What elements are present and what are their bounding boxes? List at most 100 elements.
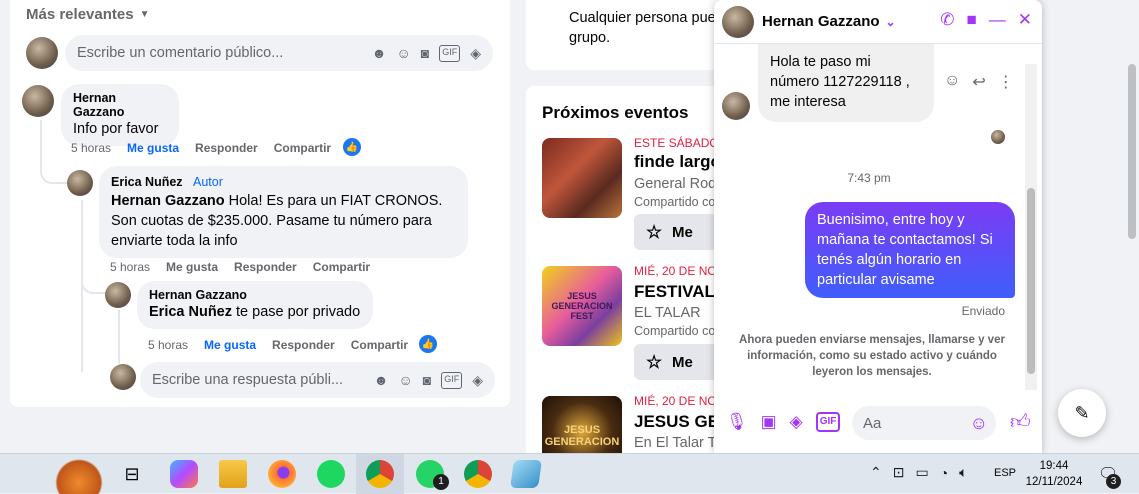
chrome-profile-icon[interactable] [464, 460, 492, 488]
privacy-notice: Ahora pueden enviarse mensajes, llamarse… [739, 334, 1005, 378]
avatar [105, 282, 131, 308]
like-reaction-icon[interactable]: 👍 [419, 335, 437, 353]
close-icon[interactable]: ✕ [1018, 10, 1032, 30]
event-title[interactable]: FESTIVAL D [634, 282, 726, 302]
contact-avatar[interactable] [722, 6, 754, 38]
emoji-icon[interactable]: ☺ [398, 372, 412, 389]
comment-author[interactable]: Hernan Gazzano [73, 91, 167, 119]
comment-actions: 5 horas Me gusta Responder Compartir [148, 338, 409, 352]
thread-line [81, 270, 107, 294]
compose-icon: ✎ [1074, 402, 1090, 423]
author-badge: Autor [193, 175, 223, 189]
like-button[interactable]: Me gusta [127, 141, 179, 155]
comment-text: Erica Nuñez te pase por privado [149, 304, 361, 320]
comment-bubble: Hernan Gazzano Erica Nuñez te pase por p… [137, 281, 373, 329]
emoji-icon[interactable]: ☺ [396, 45, 410, 62]
like-button[interactable]: Me gusta [204, 338, 256, 352]
header-actions: ✆ ■ — ✕ [940, 10, 1032, 30]
sticker-icon[interactable]: ◈ [470, 45, 481, 62]
event-thumbnail[interactable] [542, 138, 622, 218]
comment-bubble: Erica Nuñez Autor Hernan Gazzano Hola! E… [99, 166, 468, 258]
group-privacy-text: Cualquier persona pue grupo. [569, 10, 716, 46]
avatar-sticker-icon[interactable]: ☻ [372, 45, 387, 62]
volume-icon[interactable]: 🔈︎ [959, 464, 967, 481]
camera-icon[interactable]: ◙ [423, 372, 431, 389]
event-title[interactable]: JESUS GEN [634, 412, 726, 432]
emoji-icon[interactable]: ☺ [970, 413, 988, 434]
thumbs-up-icon[interactable]: 👍︎ [1010, 410, 1031, 434]
message-input[interactable]: Aa ☺ [852, 406, 996, 440]
scrollbar-thumb[interactable] [1027, 188, 1035, 374]
language-indicator[interactable]: ESP [994, 467, 1016, 479]
notepad-icon[interactable] [510, 460, 542, 488]
more-options-icon[interactable]: ⋮ [998, 72, 1014, 92]
reply-button[interactable]: Responder [195, 141, 258, 155]
gif-icon[interactable]: GIF [439, 44, 461, 62]
incoming-message[interactable]: Hola te paso mi número 1127229118 , me i… [758, 44, 934, 122]
contact-name-button[interactable]: Hernan Gazzano ⌄ [762, 13, 896, 30]
microphone-icon[interactable]: 🎙︎ [726, 412, 748, 432]
copilot-icon[interactable] [170, 460, 198, 488]
sort-dropdown[interactable]: Más relevantes ▼ [26, 6, 149, 23]
avatar-sticker-icon[interactable]: ☻ [374, 372, 389, 389]
mention[interactable]: Erica Nuñez [149, 304, 232, 320]
chevron-up-icon[interactable]: ⌃ [870, 464, 882, 481]
event-thumbnail[interactable]: JESUS GENERACION FEST [542, 266, 622, 346]
composer-bar: 🎙︎ ▣ ◈ GIF Aa ☺ 👍︎ [714, 402, 1042, 446]
reply-arrow-icon[interactable]: ↩ [972, 72, 985, 92]
meet-now-icon[interactable]: ⊡ [893, 464, 905, 481]
video-camera-icon[interactable]: ■ [966, 10, 976, 30]
reply-button[interactable]: Responder [272, 338, 335, 352]
message-list[interactable]: Hola te paso mi número 1127229118 , me i… [714, 44, 1042, 394]
new-message-button[interactable]: ✎ [1058, 389, 1106, 437]
page-scrollbar[interactable] [1125, 0, 1139, 453]
sticker-icon[interactable]: ◈ [472, 372, 483, 389]
reply-input[interactable]: Escribe una respuesta públi... ☻ ☺ ◙ GIF… [140, 362, 495, 398]
reply-button[interactable]: Responder [234, 260, 297, 274]
like-button[interactable]: Me gusta [166, 260, 218, 274]
outgoing-message[interactable]: Buenisimo, entre hoy y mañana te contact… [805, 202, 1015, 298]
comment-actions: 5 horas Me gusta Responder Compartir [110, 260, 371, 274]
event-title[interactable]: finde largo [634, 152, 721, 172]
scrollbar[interactable] [1025, 64, 1037, 390]
gif-icon[interactable]: GIF [441, 371, 463, 389]
chrome-icon[interactable] [366, 460, 394, 488]
minimize-icon[interactable]: — [989, 10, 1006, 30]
interested-button[interactable]: ☆ Me [634, 344, 724, 380]
interested-button[interactable]: ☆ Me [634, 214, 724, 250]
messenger-chat-window: Hernan Gazzano ⌄ ✆ ■ — ✕ Hola te paso mi… [714, 0, 1042, 453]
avatar [110, 364, 136, 390]
events-heading: Próximos eventos [542, 103, 689, 122]
system-tray: ⌃ ⊡ ▭ ◔ 🔈︎ [870, 464, 968, 481]
comment-author[interactable]: Erica Nuñez [111, 175, 183, 189]
task-view-icon[interactable]: ⊟ [118, 460, 146, 488]
comment-author[interactable]: Hernan Gazzano [149, 288, 361, 302]
camera-icon[interactable]: ◙ [421, 45, 429, 62]
spotify-icon[interactable] [317, 460, 345, 488]
clock[interactable]: 19:44 12/11/2024 [1024, 458, 1084, 490]
share-button[interactable]: Compartir [274, 141, 331, 155]
whatsapp-badge: 1 [433, 474, 449, 490]
image-icon[interactable]: ▣ [761, 412, 777, 432]
react-emoji-icon[interactable]: ☺ [944, 72, 960, 92]
page-scrollbar-thumb[interactable] [1128, 64, 1136, 239]
gif-icon[interactable]: GIF [815, 412, 841, 432]
firefox-icon[interactable] [268, 460, 296, 488]
battery-icon[interactable]: ▭ [915, 464, 928, 481]
comment-actions: 5 horas Me gusta Responder Compartir [71, 141, 332, 155]
avatar [26, 37, 58, 69]
comment-input[interactable]: Escribe un comentario público... ☻ ☺ ◙ G… [65, 35, 493, 71]
sticker-icon[interactable]: ◈ [790, 412, 803, 432]
avatar [67, 170, 93, 196]
share-button[interactable]: Compartir [313, 260, 370, 274]
share-button[interactable]: Compartir [351, 338, 408, 352]
caret-down-icon: ▼ [139, 9, 150, 20]
phone-icon[interactable]: ✆ [940, 10, 954, 30]
events-card: Próximos eventos ESTE SÁBADO finde largo… [526, 86, 726, 466]
file-explorer-icon[interactable] [219, 460, 247, 488]
like-reaction-icon[interactable]: 👍 [343, 138, 361, 156]
weather-widget-icon[interactable] [50, 456, 108, 494]
thread-line [118, 310, 120, 364]
mention[interactable]: Hernan Gazzano [111, 193, 225, 209]
wifi-icon[interactable]: ◔ [940, 465, 948, 481]
